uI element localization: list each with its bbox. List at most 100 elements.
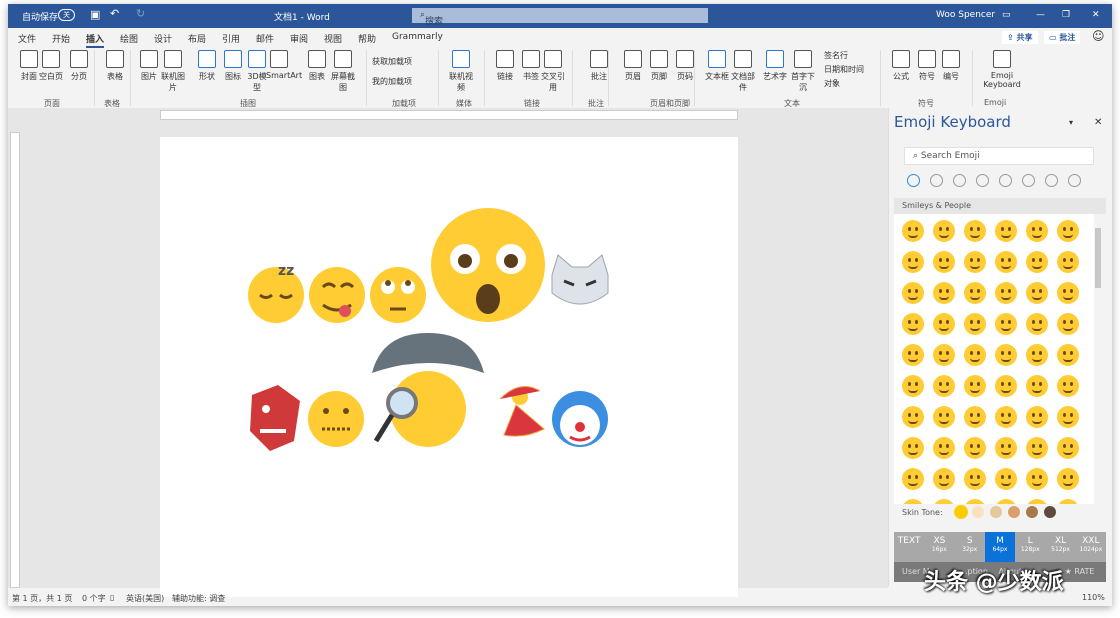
emoji-grid-item[interactable] bbox=[1057, 251, 1079, 273]
language[interactable]: 英语(美国) bbox=[126, 593, 164, 604]
emoji-grid-item[interactable] bbox=[995, 375, 1017, 397]
ribbon-button[interactable]: 图片 bbox=[136, 50, 162, 82]
emoji-grid-item[interactable] bbox=[902, 251, 924, 273]
emoji-grid-item[interactable] bbox=[933, 282, 955, 304]
ribbon-button[interactable]: 联机视频 bbox=[448, 50, 474, 93]
emoji-grid-item[interactable] bbox=[995, 313, 1017, 335]
ribbon-small-button[interactable]: 签名行 bbox=[824, 50, 848, 61]
emoji-grid-item[interactable] bbox=[964, 282, 986, 304]
save-icon[interactable]: ▣ bbox=[90, 8, 100, 21]
emoji-grid-item[interactable] bbox=[933, 220, 955, 242]
emoji-grid-item[interactable] bbox=[902, 220, 924, 242]
vertical-ruler[interactable] bbox=[10, 132, 20, 588]
ribbon-button[interactable]: 文档部件 bbox=[730, 50, 756, 93]
emoji-grid-item[interactable] bbox=[1026, 282, 1048, 304]
document-page[interactable]: zz bbox=[160, 137, 738, 597]
ribbon-button[interactable]: SmartArt bbox=[266, 50, 302, 80]
size-option[interactable]: XL 512px bbox=[1045, 532, 1075, 562]
ribbon-button[interactable]: 页脚 bbox=[646, 50, 672, 82]
emoji-grid-item[interactable] bbox=[933, 406, 955, 428]
ribbon-button[interactable]: 图表 bbox=[304, 50, 330, 82]
ribbon-button[interactable]: 文本框 bbox=[704, 50, 730, 82]
ribbon-small-button[interactable]: 获取加载项 bbox=[372, 56, 412, 67]
symbols-category-icon[interactable] bbox=[1045, 174, 1058, 187]
close-icon[interactable]: ✕ bbox=[1092, 10, 1100, 20]
document-emojis[interactable]: zz bbox=[160, 137, 738, 577]
emoji-grid-item[interactable] bbox=[1026, 251, 1048, 273]
tab-item[interactable]: 引用 bbox=[222, 32, 240, 45]
emoji-grid-item[interactable] bbox=[964, 499, 986, 504]
emoji-grid-item[interactable] bbox=[995, 406, 1017, 428]
ribbon-display-icon[interactable]: ▭ bbox=[1002, 10, 1011, 20]
page-count[interactable]: 第 1 页，共 1 页 bbox=[12, 593, 72, 604]
tab-item[interactable]: 设计 bbox=[154, 32, 172, 45]
ribbon-small-button[interactable]: 日期和时间 bbox=[824, 64, 864, 75]
proofing-icon[interactable]: ▯ bbox=[110, 593, 114, 602]
tab-item[interactable]: 文件 bbox=[18, 32, 36, 45]
emoji-grid-item[interactable] bbox=[995, 437, 1017, 459]
emoji-grid-item[interactable] bbox=[1026, 375, 1048, 397]
share-button[interactable]: ⇪ 共享 bbox=[1002, 31, 1038, 44]
ribbon-button[interactable]: 符号 bbox=[914, 50, 940, 82]
restore-icon[interactable]: ❐ bbox=[1062, 10, 1070, 20]
emoji-grid-item[interactable] bbox=[1057, 406, 1079, 428]
emoji-grid-item[interactable] bbox=[933, 344, 955, 366]
skin-tone-swatch[interactable] bbox=[1008, 506, 1020, 518]
ribbon-small-button[interactable]: 对象 bbox=[824, 78, 840, 89]
emoji-grid-item[interactable] bbox=[1057, 344, 1079, 366]
emoji-grid-item[interactable] bbox=[933, 499, 955, 504]
horizontal-ruler[interactable] bbox=[160, 110, 738, 120]
smileys-category-icon[interactable] bbox=[907, 174, 920, 187]
emoji-grid-item[interactable] bbox=[902, 468, 924, 490]
emoji-grid-item[interactable] bbox=[995, 282, 1017, 304]
emoji-grid-item[interactable] bbox=[1026, 344, 1048, 366]
search-input[interactable]: ⌕ 搜索 bbox=[412, 8, 708, 27]
animals-category-icon[interactable] bbox=[930, 174, 943, 187]
emoji-grid-item[interactable] bbox=[995, 468, 1017, 490]
emoji-grid-item[interactable] bbox=[964, 437, 986, 459]
size-option[interactable]: XS 16px bbox=[924, 532, 954, 562]
ribbon-button[interactable]: 艺术字 bbox=[762, 50, 788, 82]
emoji-grid-item[interactable] bbox=[964, 375, 986, 397]
objects-category-icon[interactable] bbox=[1022, 174, 1035, 187]
zoom-level[interactable]: 110% bbox=[1082, 593, 1105, 602]
emoji-grid-item[interactable] bbox=[995, 344, 1017, 366]
ribbon-button[interactable]: 空白页 bbox=[38, 50, 64, 82]
emoji-search-input[interactable]: ⌕ Search Emoji bbox=[904, 147, 1094, 165]
emoji-grid-item[interactable] bbox=[902, 375, 924, 397]
emoji-grid-item[interactable] bbox=[1057, 437, 1079, 459]
emoji-grid-item[interactable] bbox=[964, 468, 986, 490]
tab-item[interactable]: 邮件 bbox=[256, 32, 274, 45]
size-option[interactable]: M 64px bbox=[984, 532, 1016, 562]
ribbon-button[interactable]: 链接 bbox=[492, 50, 518, 82]
tab-item[interactable]: 帮助 bbox=[358, 32, 376, 45]
emoji-grid-item[interactable] bbox=[1057, 282, 1079, 304]
emoji-grid-item[interactable] bbox=[902, 282, 924, 304]
emoji-grid-item[interactable] bbox=[1057, 375, 1079, 397]
skin-tone-swatch[interactable] bbox=[1026, 506, 1038, 518]
emoji-grid-item[interactable] bbox=[964, 313, 986, 335]
emoji-grid-item[interactable] bbox=[964, 344, 986, 366]
food-category-icon[interactable] bbox=[953, 174, 966, 187]
emoji-grid-item[interactable] bbox=[1026, 468, 1048, 490]
ribbon-button[interactable]: 分页 bbox=[66, 50, 92, 82]
emoji-grid-item[interactable] bbox=[1026, 499, 1048, 504]
rate-link[interactable]: ★ RATE bbox=[1065, 567, 1095, 576]
emoji-grid-item[interactable] bbox=[902, 406, 924, 428]
emoji-grid-scrollbar[interactable] bbox=[1095, 218, 1103, 504]
flags-category-icon[interactable] bbox=[1068, 174, 1081, 187]
ribbon-button[interactable]: 交叉引用 bbox=[540, 50, 566, 93]
emoji-grid-item[interactable] bbox=[1026, 406, 1048, 428]
feedback-smiley-icon[interactable]: ☺ bbox=[1092, 29, 1105, 43]
emoji-grid-item[interactable] bbox=[995, 220, 1017, 242]
emoji-grid-item[interactable] bbox=[995, 251, 1017, 273]
ribbon-button[interactable]: 公式 bbox=[888, 50, 914, 82]
skin-tone-swatch[interactable] bbox=[1044, 506, 1056, 518]
emoji-grid-item[interactable] bbox=[902, 437, 924, 459]
emoji-grid-item[interactable] bbox=[1026, 437, 1048, 459]
emoji-grid-item[interactable] bbox=[995, 499, 1017, 504]
ribbon-button[interactable]: 联机图片 bbox=[160, 50, 186, 93]
emoji-grid-item[interactable] bbox=[902, 344, 924, 366]
undo-icon[interactable]: ↶ bbox=[110, 7, 119, 20]
ribbon-button[interactable]: 形状 bbox=[194, 50, 220, 82]
